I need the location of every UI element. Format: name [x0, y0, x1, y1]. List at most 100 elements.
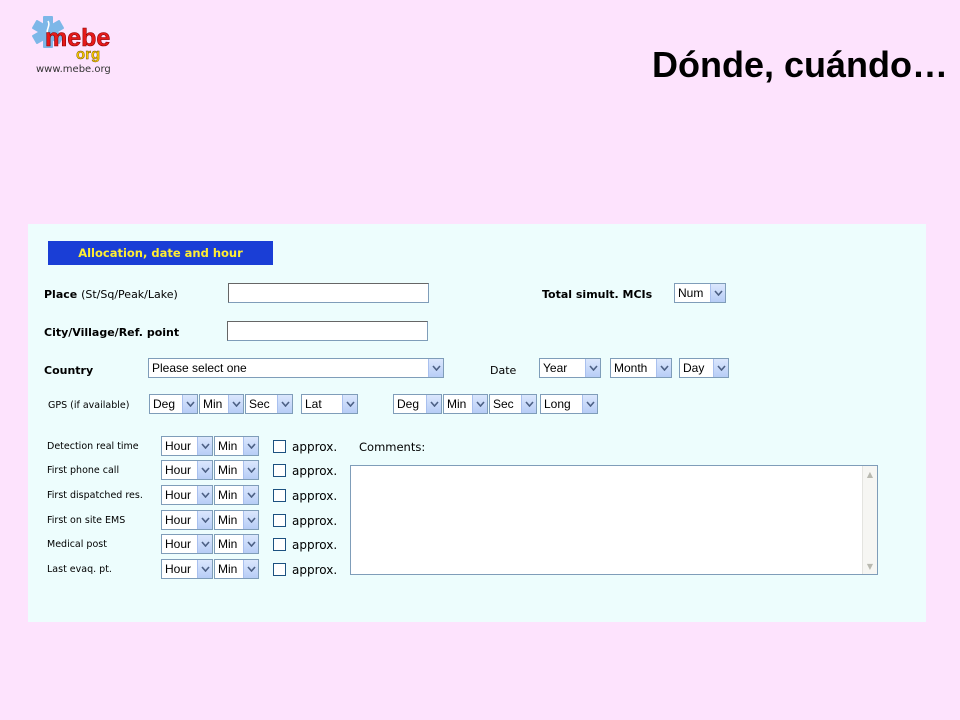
min-select[interactable]: Min — [214, 510, 259, 530]
gps-label: GPS (if available) — [48, 400, 130, 411]
gps-long-select[interactable]: Long — [540, 394, 598, 414]
comments-textarea[interactable]: ▲ ▼ — [350, 465, 878, 575]
gps-lat-value: Lat — [305, 397, 322, 411]
approx-label: approx. — [292, 440, 338, 454]
logo-url[interactable]: www.mebe.org — [36, 64, 111, 75]
hour-select[interactable]: Hour — [161, 510, 213, 530]
hour-value: Hour — [165, 562, 192, 576]
place-label-hint: (St/Sq/Peak/Lake) — [81, 288, 178, 301]
min-value: Min — [218, 463, 238, 477]
hour-value: Hour — [165, 513, 192, 527]
year-select[interactable]: Year — [539, 358, 601, 378]
approx-checkbox[interactable] — [273, 514, 286, 527]
approx-label: approx. — [292, 489, 338, 503]
gps-long-min-value: Min — [447, 397, 467, 411]
gps-long-min-select[interactable]: Min — [443, 394, 488, 414]
time-row-label: First on site EMS — [47, 515, 126, 526]
gps-long-deg-select[interactable]: Deg — [393, 394, 442, 414]
hour-select[interactable]: Hour — [161, 534, 213, 554]
min-select[interactable]: Min — [214, 436, 259, 456]
gps-lat-sec-select[interactable]: Sec — [245, 394, 293, 414]
chevron-down-icon[interactable] — [656, 359, 671, 377]
min-value: Min — [218, 488, 238, 502]
gps-lat-deg-select[interactable]: Deg — [149, 394, 198, 414]
chevron-down-icon[interactable] — [243, 535, 258, 553]
approx-label: approx. — [292, 464, 338, 478]
chevron-down-icon[interactable] — [521, 395, 536, 413]
gps-long-sec-select[interactable]: Sec — [489, 394, 537, 414]
chevron-down-icon[interactable] — [585, 359, 600, 377]
chevron-down-icon[interactable] — [710, 284, 725, 302]
gps-lat-min-select[interactable]: Min — [199, 394, 244, 414]
chevron-down-icon[interactable] — [243, 437, 258, 455]
chevron-down-icon[interactable] — [197, 461, 212, 479]
gps-lat-sec-value: Sec — [249, 397, 270, 411]
hour-value: Hour — [165, 537, 192, 551]
chevron-down-icon[interactable] — [243, 486, 258, 504]
chevron-down-icon[interactable] — [197, 437, 212, 455]
chevron-down-icon[interactable] — [243, 511, 258, 529]
min-select[interactable]: Min — [214, 559, 259, 579]
gps-lat-deg-value: Deg — [153, 397, 176, 411]
chevron-down-icon[interactable] — [582, 395, 597, 413]
gps-long-sec-value: Sec — [493, 397, 514, 411]
approx-checkbox[interactable] — [273, 440, 286, 453]
year-value: Year — [543, 361, 568, 375]
gps-long-deg-value: Deg — [397, 397, 420, 411]
min-value: Min — [218, 513, 238, 527]
gps-long-value: Long — [544, 397, 571, 411]
min-select[interactable]: Min — [214, 534, 259, 554]
month-value: Month — [614, 361, 648, 375]
chevron-down-icon[interactable] — [342, 395, 357, 413]
hour-select[interactable]: Hour — [161, 460, 213, 480]
gps-lat-select[interactable]: Lat — [301, 394, 358, 414]
place-input[interactable] — [228, 283, 429, 303]
chevron-down-icon[interactable] — [243, 560, 258, 578]
approx-label: approx. — [292, 514, 338, 528]
scroll-up-icon[interactable]: ▲ — [864, 467, 876, 481]
hour-select[interactable]: Hour — [161, 485, 213, 505]
chevron-down-icon[interactable] — [428, 359, 443, 377]
hour-value: Hour — [165, 488, 192, 502]
min-select[interactable]: Min — [214, 485, 259, 505]
min-value: Min — [218, 562, 238, 576]
gps-lat-min-value: Min — [203, 397, 223, 411]
approx-checkbox[interactable] — [273, 464, 286, 477]
hour-select[interactable]: Hour — [161, 436, 213, 456]
chevron-down-icon[interactable] — [228, 395, 243, 413]
approx-label: approx. — [292, 538, 338, 552]
hour-select[interactable]: Hour — [161, 559, 213, 579]
chevron-down-icon[interactable] — [197, 535, 212, 553]
chevron-down-icon[interactable] — [243, 461, 258, 479]
time-row-label: Medical post — [47, 539, 107, 550]
scroll-down-icon[interactable]: ▼ — [864, 559, 876, 573]
approx-checkbox[interactable] — [273, 538, 286, 551]
mebe-logo[interactable]: mebe org www.mebe.org — [30, 10, 120, 80]
country-label: Country — [44, 364, 94, 377]
month-select[interactable]: Month — [610, 358, 672, 378]
chevron-down-icon[interactable] — [197, 486, 212, 504]
star-of-life-icon: mebe org — [32, 16, 111, 63]
total-mcis-label: Total simult. MCIs — [542, 288, 653, 301]
time-row-label: Last evaq. pt. — [47, 564, 112, 575]
chevron-down-icon[interactable] — [197, 560, 212, 578]
approx-checkbox[interactable] — [273, 563, 286, 576]
approx-checkbox[interactable] — [273, 489, 286, 502]
chevron-down-icon[interactable] — [713, 359, 728, 377]
comments-scrollbar[interactable]: ▲ ▼ — [862, 466, 877, 574]
min-value: Min — [218, 439, 238, 453]
chevron-down-icon[interactable] — [472, 395, 487, 413]
city-input[interactable] — [227, 321, 428, 341]
hour-value: Hour — [165, 439, 192, 453]
place-label: Place (St/Sq/Peak/Lake) — [44, 288, 178, 301]
date-label: Date — [490, 364, 517, 377]
chevron-down-icon[interactable] — [426, 395, 441, 413]
day-select[interactable]: Day — [679, 358, 729, 378]
chevron-down-icon[interactable] — [197, 511, 212, 529]
min-select[interactable]: Min — [214, 460, 259, 480]
country-select[interactable]: Please select one — [148, 358, 444, 378]
chevron-down-icon[interactable] — [182, 395, 197, 413]
total-mcis-select[interactable]: Num — [674, 283, 726, 303]
chevron-down-icon[interactable] — [277, 395, 292, 413]
city-label: City/Village/Ref. point — [44, 326, 180, 339]
